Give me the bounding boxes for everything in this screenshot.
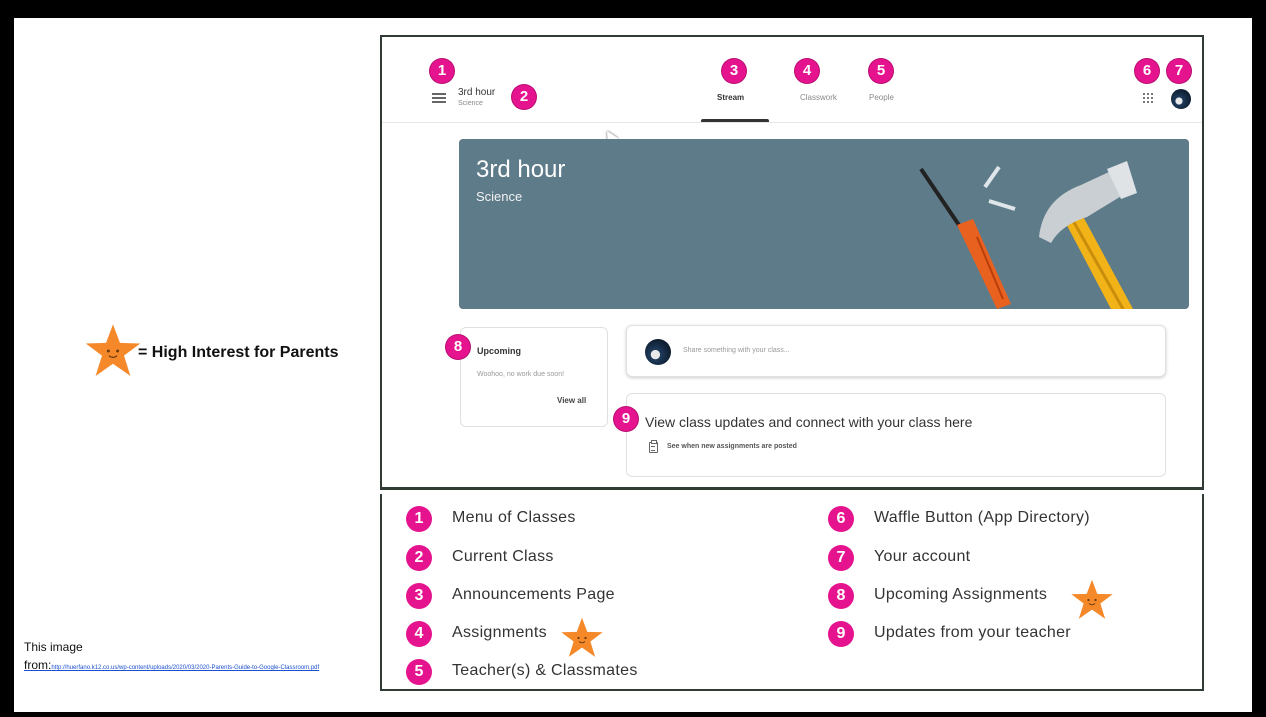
- active-tab-indicator: [701, 119, 769, 122]
- legend-number: 5: [406, 659, 432, 685]
- legend-number: 3: [406, 583, 432, 609]
- top-bar: 3rd hour Science Stream Classwork People: [382, 37, 1202, 123]
- share-input[interactable]: Share something with your class...: [626, 325, 1166, 377]
- avatar: [645, 339, 671, 365]
- star-icon: [85, 324, 141, 376]
- callout-badge: 4: [795, 59, 819, 83]
- tools-illustration: [919, 161, 1137, 309]
- avatar[interactable]: [1171, 89, 1191, 109]
- star-icon: [561, 617, 603, 657]
- callout-badge: 5: [869, 59, 893, 83]
- legend-number: 9: [828, 621, 854, 647]
- classroom-screenshot: 3rd hour Science Stream Classwork People…: [380, 35, 1204, 490]
- banner-title: 3rd hour: [476, 156, 566, 183]
- callout-badge: 2: [512, 85, 536, 109]
- legend-text: Announcements Page: [452, 586, 615, 603]
- legend-number: 7: [828, 545, 854, 571]
- updates-subtitle: See when new assignments are posted: [667, 443, 797, 450]
- legend-number: 6: [828, 506, 854, 532]
- credit-from: from:: [24, 658, 52, 672]
- legend-text: Teacher(s) & Classmates: [452, 662, 638, 679]
- callout-badge: 7: [1167, 59, 1191, 83]
- legend-text: Waffle Button (App Directory): [874, 509, 1090, 526]
- banner-subtitle: Science: [476, 189, 523, 204]
- upcoming-empty-text: Woohoo, no work due soon!: [477, 371, 565, 378]
- updates-card: View class updates and connect with your…: [626, 393, 1166, 477]
- legend-number: 4: [406, 621, 432, 647]
- credit-link[interactable]: from:http://huerfano.k12.co.us/wp-conten…: [24, 658, 354, 672]
- legend: 1 Menu of Classes 2 Current Class 3 Anno…: [380, 494, 1204, 691]
- legend-number: 1: [406, 506, 432, 532]
- callout-badge: 6: [1135, 59, 1159, 83]
- callout-badge: 8: [446, 335, 470, 359]
- legend-text: Upcoming Assignments: [874, 586, 1048, 603]
- class-banner: 3rd hour Science: [459, 139, 1189, 309]
- current-class-section: Science: [458, 100, 483, 107]
- legend-text: Menu of Classes: [452, 509, 576, 526]
- callout-badge: 3: [722, 59, 746, 83]
- tab-stream[interactable]: Stream: [717, 93, 744, 102]
- menu-icon[interactable]: [432, 93, 446, 103]
- legend-text: Assignments: [452, 624, 547, 641]
- callout-badge: 1: [430, 59, 454, 83]
- slide: = High Interest for Parents This image f…: [14, 18, 1252, 712]
- callout-badge: 9: [614, 407, 638, 431]
- star-icon: [1071, 579, 1113, 619]
- view-all-link[interactable]: View all: [557, 396, 586, 405]
- share-placeholder: Share something with your class...: [683, 347, 790, 354]
- legend-text: Current Class: [452, 548, 554, 565]
- legend-text: Updates from your teacher: [874, 624, 1071, 641]
- upcoming-title: Upcoming: [477, 346, 521, 356]
- key-label: = High Interest for Parents: [138, 344, 339, 361]
- waffle-icon[interactable]: [1142, 92, 1154, 104]
- current-class-name[interactable]: 3rd hour: [458, 87, 495, 98]
- tab-people[interactable]: People: [869, 93, 894, 102]
- credit-prefix: This image: [24, 640, 83, 654]
- upcoming-card: Upcoming Woohoo, no work due soon! View …: [460, 327, 608, 427]
- legend-number: 8: [828, 583, 854, 609]
- assignment-icon: [649, 440, 658, 453]
- updates-title: View class updates and connect with your…: [645, 414, 973, 430]
- credit-url[interactable]: http://huerfano.k12.co.us/wp-content/upl…: [51, 665, 319, 671]
- legend-number: 2: [406, 545, 432, 571]
- legend-text: Your account: [874, 548, 971, 565]
- tab-classwork[interactable]: Classwork: [800, 93, 837, 102]
